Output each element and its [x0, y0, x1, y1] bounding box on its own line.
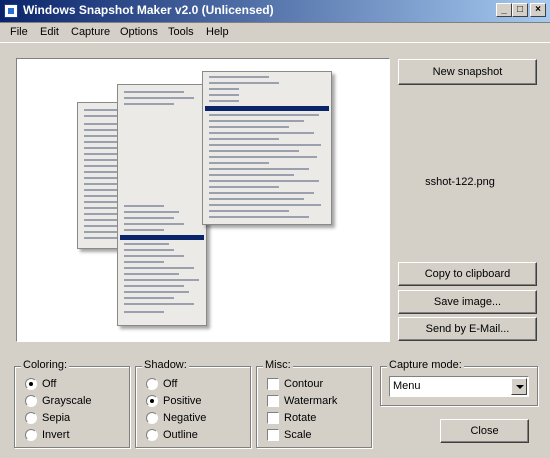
radio-icon[interactable]	[25, 412, 37, 424]
misc-group: Misc: Contour Watermark Rotate Scale	[256, 359, 372, 448]
snapshot-menu-right	[202, 71, 332, 225]
coloring-label: Coloring:	[21, 359, 70, 371]
shadow-group: Shadow: Off Positive Negative Outline	[135, 359, 251, 448]
radio-icon[interactable]	[146, 429, 158, 441]
radio-icon[interactable]	[25, 429, 37, 441]
checkbox-icon[interactable]	[267, 378, 279, 390]
misc-label: Misc:	[263, 359, 293, 371]
maximize-button[interactable]: □	[512, 3, 528, 17]
shadow-label: Shadow:	[142, 359, 189, 371]
save-image-button[interactable]: Save image...	[398, 290, 537, 314]
menu-file[interactable]: File	[10, 26, 28, 38]
checkbox-icon[interactable]	[267, 412, 279, 424]
snapshot-filename: sshot-122.png	[425, 176, 495, 188]
app-icon[interactable]	[4, 4, 18, 18]
menu-edit[interactable]: Edit	[40, 26, 59, 38]
snapshot-preview	[16, 58, 390, 342]
close-button[interactable]: Close	[440, 419, 529, 443]
menu-tools[interactable]: Tools	[168, 26, 194, 38]
menu-bar: File Edit Capture Options Tools Help	[0, 22, 550, 43]
send-by-email-button[interactable]: Send by E-Mail...	[398, 317, 537, 341]
capture-mode-value: Menu	[393, 380, 421, 392]
window-title: Windows Snapshot Maker v2.0 (Unlicensed)	[23, 3, 274, 17]
menu-help[interactable]: Help	[206, 26, 229, 38]
copy-to-clipboard-button[interactable]: Copy to clipboard	[398, 262, 537, 286]
title-bar: Windows Snapshot Maker v2.0 (Unlicensed)…	[0, 0, 550, 22]
checkbox-icon[interactable]	[267, 395, 279, 407]
close-window-button[interactable]: ×	[530, 3, 546, 17]
new-snapshot-button[interactable]: New snapshot	[398, 59, 537, 85]
chevron-down-icon[interactable]	[511, 378, 527, 395]
capture-mode-label: Capture mode:	[387, 359, 464, 371]
menu-capture[interactable]: Capture	[71, 26, 110, 38]
capture-mode-select[interactable]: Menu	[389, 376, 529, 397]
minimize-button[interactable]: _	[496, 3, 512, 17]
radio-icon[interactable]	[25, 395, 37, 407]
radio-icon[interactable]	[146, 412, 158, 424]
coloring-group: Coloring: Off Grayscale Sepia Invert	[14, 359, 130, 448]
radio-icon[interactable]	[25, 378, 37, 390]
radio-icon[interactable]	[146, 378, 158, 390]
menu-options[interactable]: Options	[120, 26, 158, 38]
snapshot-menu-middle	[117, 84, 207, 326]
radio-icon[interactable]	[146, 395, 158, 407]
checkbox-icon[interactable]	[267, 429, 279, 441]
